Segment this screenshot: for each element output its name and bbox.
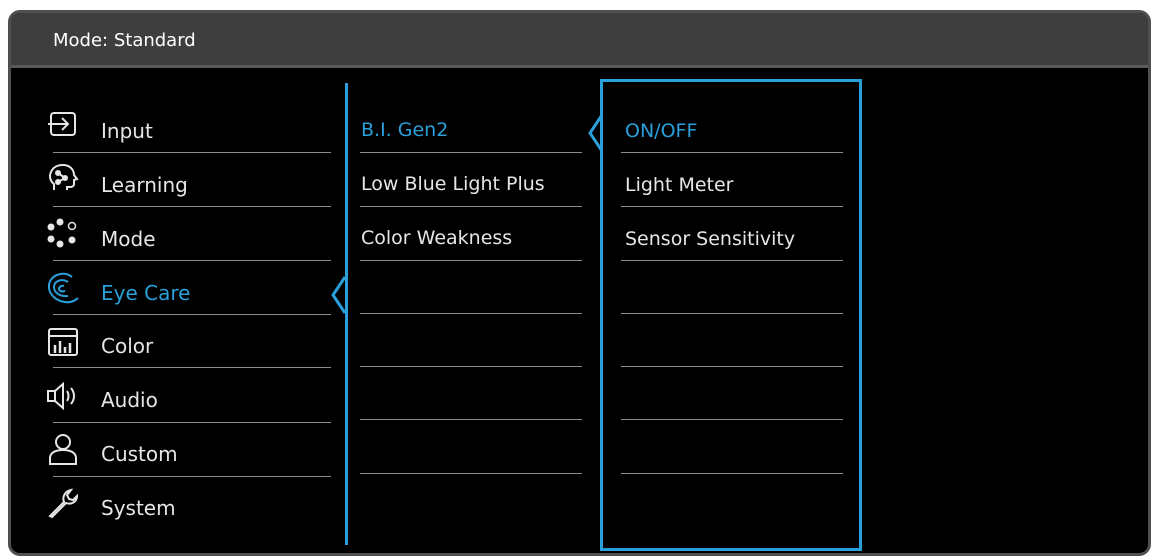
divider (53, 206, 331, 207)
menu-item-audio[interactable]: Audio (101, 388, 158, 412)
mode-icon (46, 217, 80, 251)
option-on-off[interactable]: ON/OFF (625, 120, 697, 142)
input-icon (46, 108, 80, 142)
option-sensor-sensitivity[interactable]: Sensor Sensitivity (625, 228, 795, 250)
divider (621, 206, 843, 207)
divider (53, 476, 331, 477)
divider (621, 473, 843, 474)
divider (621, 152, 843, 153)
submenu-item-color-weakness[interactable]: Color Weakness (361, 227, 512, 249)
divider (360, 419, 582, 420)
menu-item-mode[interactable]: Mode (101, 227, 156, 251)
custom-icon (46, 432, 80, 466)
mode-header: Mode: Standard (11, 13, 1148, 68)
learning-icon (46, 162, 80, 196)
audio-icon (46, 379, 80, 413)
divider (360, 206, 582, 207)
divider (621, 260, 843, 261)
divider (360, 260, 582, 261)
color-icon (46, 325, 80, 359)
system-icon (46, 486, 80, 520)
divider (621, 313, 843, 314)
submenu-item-low-blue-light-plus[interactable]: Low Blue Light Plus (361, 173, 545, 195)
divider (53, 314, 331, 315)
divider (53, 422, 331, 423)
mode-label: Mode: Standard (53, 30, 196, 51)
divider (621, 419, 843, 420)
submenu-item-bi-gen2[interactable]: B.I. Gen2 (361, 119, 448, 141)
menu-item-custom[interactable]: Custom (101, 442, 178, 466)
divider (360, 313, 582, 314)
divider (360, 473, 582, 474)
option-light-meter[interactable]: Light Meter (625, 174, 734, 196)
eye-care-icon (46, 271, 80, 305)
divider (53, 260, 331, 261)
divider (360, 366, 582, 367)
menu-item-input[interactable]: Input (101, 119, 153, 143)
divider (621, 366, 843, 367)
divider (360, 152, 582, 153)
divider (53, 152, 331, 153)
menu-item-color[interactable]: Color (101, 334, 153, 358)
options-panel: ON/OFF Light Meter Sensor Sensitivity (600, 79, 862, 551)
submenu-focus-bar (345, 83, 348, 545)
menu-item-eye-care[interactable]: Eye Care (101, 281, 190, 305)
menu-item-system[interactable]: System (101, 496, 176, 520)
menu-item-learning[interactable]: Learning (101, 173, 188, 197)
divider (53, 367, 331, 368)
osd-menu-window: Mode: Standard Input Learning Mode Eye C… (8, 10, 1151, 556)
